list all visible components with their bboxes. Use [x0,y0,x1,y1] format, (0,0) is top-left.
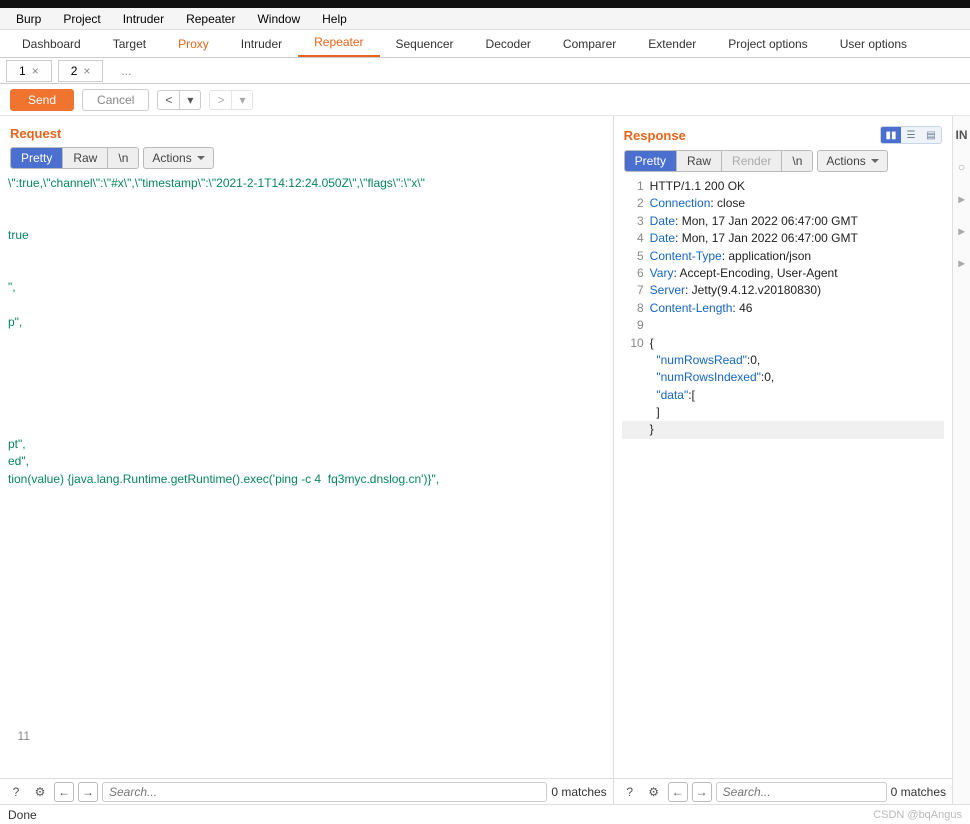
view-newline[interactable]: \n [107,148,138,168]
tab-dashboard[interactable]: Dashboard [6,31,97,57]
help-icon[interactable]: ? [6,782,26,802]
request-panel: Request Pretty Raw \n Actions \":true,\"… [0,116,614,804]
tab-project-options[interactable]: Project options [712,31,823,57]
tab-target[interactable]: Target [97,31,162,57]
tab-user-options[interactable]: User options [824,31,923,57]
status-text: Done [8,808,37,822]
request-findbar: ? ⚙ ← → 0 matches [0,778,613,804]
match-count: 0 matches [551,785,606,799]
view-raw[interactable]: Raw [676,151,721,171]
tab-sequencer[interactable]: Sequencer [380,31,470,57]
main-split: Request Pretty Raw \n Actions \":true,\"… [0,116,970,804]
actions-menu[interactable]: Actions [817,150,887,172]
layout-combined-icon[interactable]: ▤ [921,127,941,143]
chevron-down-icon [871,154,879,168]
titlebar [0,0,970,8]
subtab-new[interactable]: ... [109,61,143,81]
request-editor[interactable]: \":true,\"channel\":\"#x\",\"timestamp\"… [0,173,613,778]
history-nav: < ▾ [157,90,201,110]
match-count: 0 matches [891,785,946,799]
search-input[interactable] [102,782,547,802]
view-newline[interactable]: \n [781,151,812,171]
gear-icon[interactable]: ⚙ [30,782,50,802]
menu-burp[interactable]: Burp [6,9,51,29]
tab-proxy[interactable]: Proxy [162,31,225,57]
response-title: Response [624,128,686,143]
find-prev-button[interactable]: ← [54,782,74,802]
sidebar-item-icon[interactable]: ○ [958,160,965,174]
close-icon[interactable]: × [83,64,90,78]
history-forward-button[interactable]: > [210,91,231,109]
menu-intruder[interactable]: Intruder [113,9,174,29]
find-next-button[interactable]: → [78,782,98,802]
history-forward-nav: > ▾ [209,90,253,110]
watermark: CSDN @bqAngus [873,809,962,821]
menu-repeater[interactable]: Repeater [176,9,245,29]
sidebar-item-icon[interactable]: ▸ [959,224,965,238]
close-icon[interactable]: × [32,64,39,78]
find-next-button[interactable]: → [692,782,712,802]
actions-menu[interactable]: Actions [143,147,213,169]
subtab-2[interactable]: 2× [58,60,104,82]
menu-project[interactable]: Project [53,9,110,29]
subtab-1[interactable]: 1× [6,60,52,82]
view-pretty[interactable]: Pretty [11,148,62,168]
tab-intruder[interactable]: Intruder [225,31,298,57]
response-viewer[interactable]: 1HTTP/1.1 200 OK2Connection: close3Date:… [614,176,952,778]
chevron-down-icon [197,151,205,165]
response-view-toggle: Pretty Raw Render \n [624,150,814,172]
inspector-label: IN [956,128,968,142]
sidebar-item-icon[interactable]: ▸ [959,192,965,206]
history-dropdown[interactable]: ▾ [179,91,200,109]
view-render[interactable]: Render [721,151,781,171]
history-forward-dropdown[interactable]: ▾ [231,91,252,109]
repeater-subtabs: 1× 2× ... [0,58,970,84]
history-back-button[interactable]: < [158,91,179,109]
request-title: Request [10,126,61,141]
response-panel: Response ▮▮ ☰ ▤ Pretty Raw Render \n Act… [614,116,952,804]
request-view-toggle: Pretty Raw \n [10,147,139,169]
tool-tabs: Dashboard Target Proxy Intruder Repeater… [0,30,970,58]
menu-help[interactable]: Help [312,9,357,29]
gear-icon[interactable]: ⚙ [644,782,664,802]
search-input[interactable] [716,782,887,802]
tab-extender[interactable]: Extender [632,31,712,57]
inspector-sidebar[interactable]: IN ○ ▸ ▸ ▸ [952,116,970,804]
help-icon[interactable]: ? [620,782,640,802]
cancel-button[interactable]: Cancel [82,89,149,111]
tab-decoder[interactable]: Decoder [470,31,547,57]
layout-toggle: ▮▮ ☰ ▤ [880,126,942,144]
send-button[interactable]: Send [10,89,74,111]
layout-columns-icon[interactable]: ▮▮ [881,127,901,143]
repeater-toolbar: Send Cancel < ▾ > ▾ [0,84,970,116]
tab-comparer[interactable]: Comparer [547,31,632,57]
view-raw[interactable]: Raw [62,148,107,168]
sidebar-item-icon[interactable]: ▸ [959,256,965,270]
tab-repeater[interactable]: Repeater [298,29,379,57]
menu-bar: Burp Project Intruder Repeater Window He… [0,8,970,30]
response-findbar: ? ⚙ ← → 0 matches [614,778,952,804]
menu-window[interactable]: Window [247,9,310,29]
view-pretty[interactable]: Pretty [625,151,676,171]
status-bar: Done CSDN @bqAngus [0,804,970,824]
layout-rows-icon[interactable]: ☰ [901,127,921,143]
find-prev-button[interactable]: ← [668,782,688,802]
